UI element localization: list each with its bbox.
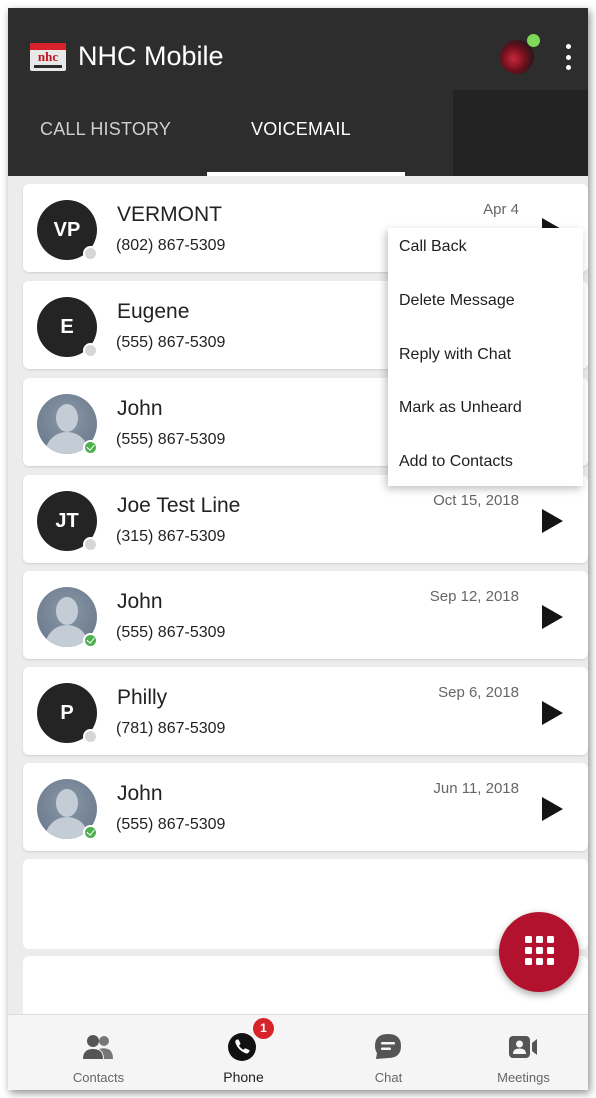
phone-notification-badge: 1 (253, 1018, 274, 1039)
app-bar-shade (453, 90, 588, 176)
tab-call-history[interactable]: CALL HISTORY (40, 118, 171, 140)
voicemail-date: Jun 11, 2018 (433, 780, 519, 797)
presence-offline-indicator (83, 537, 98, 552)
nav-label: Phone (223, 1069, 264, 1085)
play-icon[interactable] (542, 701, 563, 725)
menu-item-call-back[interactable]: Call Back (399, 237, 467, 257)
presence-online-indicator (83, 825, 98, 840)
presence-online-indicator (83, 633, 98, 648)
voicemail-item[interactable]: John (555) 867-5309 Sep 12, 2018 (23, 571, 588, 659)
nav-meetings[interactable]: Meetings (451, 1015, 588, 1090)
contact-phone: (802) 867-5309 (116, 237, 226, 254)
phone-icon (228, 1033, 256, 1061)
app-window: nhc NHC Mobile CALL HISTORY VOICEMAIL VP… (8, 8, 588, 1090)
more-options-icon[interactable] (564, 44, 572, 70)
nav-phone[interactable]: Phone (171, 1015, 316, 1090)
logo-text: nhc (37, 49, 59, 64)
contact-name: Eugene (117, 300, 190, 323)
dialpad-button[interactable] (499, 912, 579, 992)
menu-item-mark-as-unheard[interactable]: Mark as Unheard (399, 398, 522, 418)
nav-label: Chat (374, 1070, 403, 1085)
contact-phone: (781) 867-5309 (116, 720, 226, 737)
nav-label: Contacts (72, 1070, 125, 1085)
chat-icon (375, 1034, 401, 1059)
contacts-icon (83, 1035, 113, 1059)
meetings-icon (509, 1036, 537, 1058)
contact-name: VERMONT (117, 203, 222, 226)
contact-name: Philly (117, 686, 168, 709)
voicemail-item[interactable]: P Philly (781) 867-5309 Sep 6, 2018 (23, 667, 588, 755)
nav-chat[interactable]: Chat (316, 1015, 461, 1090)
presence-online-indicator (83, 440, 98, 455)
play-icon[interactable] (542, 605, 563, 629)
voicemail-date: Apr 4 (483, 201, 519, 218)
nhc-logo-icon: nhc (30, 43, 66, 71)
voicemail-item[interactable]: JT Joe Test Line (315) 867-5309 Oct 15, … (23, 475, 588, 563)
user-status-dot (527, 34, 540, 47)
voicemail-date: Oct 15, 2018 (433, 492, 519, 509)
context-menu: Call Back Delete Message Reply with Chat… (388, 228, 583, 486)
contact-name: John (117, 397, 163, 420)
nav-contacts[interactable]: Contacts (26, 1015, 171, 1090)
contact-name: Joe Test Line (117, 494, 241, 517)
contact-name: John (117, 782, 163, 805)
play-icon[interactable] (542, 797, 563, 821)
voicemail-date: Sep 6, 2018 (438, 684, 519, 701)
nav-label: Meetings (497, 1070, 550, 1085)
contact-phone: (555) 867-5309 (116, 431, 226, 448)
tab-voicemail[interactable]: VOICEMAIL (251, 118, 351, 140)
app-title: NHC Mobile (78, 41, 224, 71)
voicemail-date: Sep 12, 2018 (429, 588, 519, 605)
presence-offline-indicator (83, 343, 98, 358)
menu-item-add-to-contacts[interactable]: Add to Contacts (399, 452, 513, 472)
app-bar: nhc NHC Mobile CALL HISTORY VOICEMAIL (8, 8, 588, 176)
voicemail-item[interactable]: John (555) 867-5309 Jun 11, 2018 (23, 763, 588, 851)
contact-name: John (117, 590, 163, 613)
presence-offline-indicator (83, 246, 98, 261)
bottom-nav: Contacts Phone Chat Meetings (8, 1014, 588, 1090)
contact-phone: (555) 867-5309 (116, 816, 226, 833)
tab-indicator (207, 172, 405, 176)
contact-phone: (315) 867-5309 (116, 528, 226, 545)
play-icon[interactable] (542, 509, 563, 533)
menu-item-reply-with-chat[interactable]: Reply with Chat (399, 345, 511, 365)
presence-offline-indicator (83, 729, 98, 744)
menu-item-delete-message[interactable]: Delete Message (399, 291, 515, 311)
contact-phone: (555) 867-5309 (116, 334, 226, 351)
contact-phone: (555) 867-5309 (116, 624, 226, 641)
